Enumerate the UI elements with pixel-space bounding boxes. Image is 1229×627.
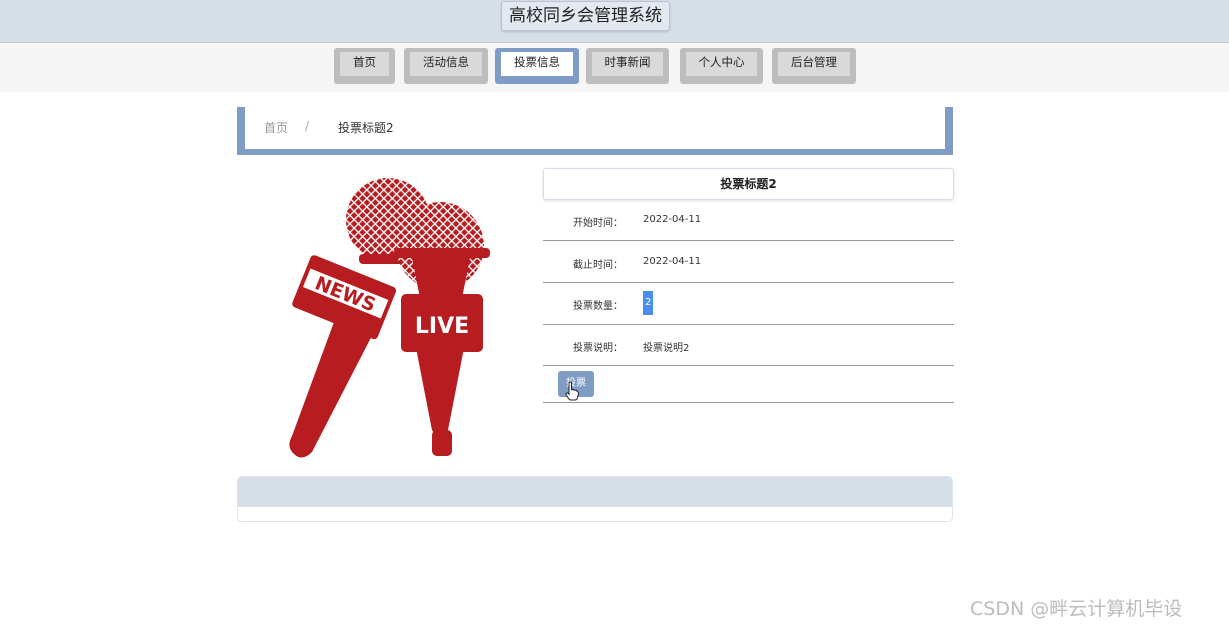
detail-label: 投票数量： <box>573 301 623 312</box>
nav-item-news[interactable]: 时事新闻 <box>586 48 669 84</box>
detail-row-start-time: 开始时间： 2022-04-11 <box>543 200 954 241</box>
site-title: 高校同乡会管理系统 <box>501 1 670 31</box>
nav-item-label: 后台管理 <box>778 52 850 76</box>
nav-item-label: 时事新闻 <box>592 52 663 76</box>
nav-item-home[interactable]: 首页 <box>334 48 395 84</box>
detail-row-end-time: 截止时间： 2022-04-11 <box>543 241 954 283</box>
breadcrumb: 首页 / 投票标题2 <box>237 107 953 155</box>
nav-item-label: 首页 <box>340 52 389 76</box>
detail-value: 2022-04-11 <box>643 256 702 267</box>
nav-item-label: 投票信息 <box>501 52 573 76</box>
bottom-panel-header <box>238 477 952 507</box>
detail-label: 投票说明： <box>573 343 623 354</box>
detail-label: 截止时间： <box>573 260 623 271</box>
hand-cursor-icon <box>565 381 579 401</box>
live-microphone-icon: LIVE <box>394 202 490 456</box>
detail-label: 开始时间： <box>573 218 623 229</box>
vote-cover-image: NEWS LIVE <box>289 178 490 458</box>
breadcrumb-separator: / <box>305 119 310 133</box>
detail-row-actions: 投票 <box>543 366 954 403</box>
detail-value: 2022-04-11 <box>643 214 702 225</box>
detail-row-vote-count: 投票数量： 2 <box>543 283 954 325</box>
live-badge-text: LIVE <box>415 314 469 339</box>
nav-item-votes[interactable]: 投票信息 <box>495 48 579 84</box>
nav-item-profile[interactable]: 个人中心 <box>680 48 763 84</box>
watermark-text: CSDN @畔云计算机毕设 <box>970 598 1183 620</box>
bottom-panel <box>237 476 953 522</box>
nav-item-admin[interactable]: 后台管理 <box>772 48 856 84</box>
breadcrumb-home-link[interactable]: 首页 <box>264 119 288 136</box>
breadcrumb-current: 投票标题2 <box>338 121 394 135</box>
nav-item-label: 活动信息 <box>410 52 482 76</box>
nav-item-activities[interactable]: 活动信息 <box>404 48 488 84</box>
top-header: 高校同乡会管理系统 <box>0 0 1229 43</box>
detail-value: 投票说明2 <box>643 343 690 354</box>
vote-title: 投票标题2 <box>543 168 954 200</box>
detail-value: 2 <box>643 291 654 315</box>
nav-item-label: 个人中心 <box>686 52 757 76</box>
detail-row-description: 投票说明： 投票说明2 <box>543 325 954 366</box>
